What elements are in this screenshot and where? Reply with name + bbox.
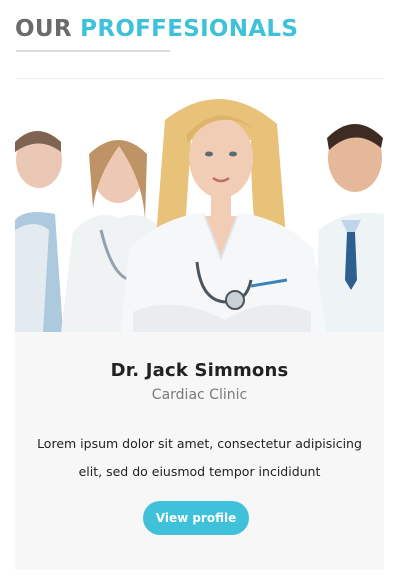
doctor-photo <box>15 80 384 332</box>
doctor-name: Dr. Jack Simmons <box>110 360 289 381</box>
profile-card: Dr. Jack Simmons Cardiac Clinic Lorem ip… <box>15 80 384 570</box>
doctor-bio: Lorem ipsum dolor sit amet, consectetur … <box>37 436 362 479</box>
section-title: OUR PROFFESIONALS <box>15 14 298 44</box>
doctor-clinic: Cardiac Clinic <box>151 387 248 403</box>
title-underline <box>16 50 170 52</box>
section-divider <box>16 78 384 79</box>
section-title-part-2: PROFFESIONALS <box>80 16 299 42</box>
view-profile-button[interactable]: View profile <box>143 501 249 535</box>
section-title-part-1: OUR <box>15 16 72 42</box>
